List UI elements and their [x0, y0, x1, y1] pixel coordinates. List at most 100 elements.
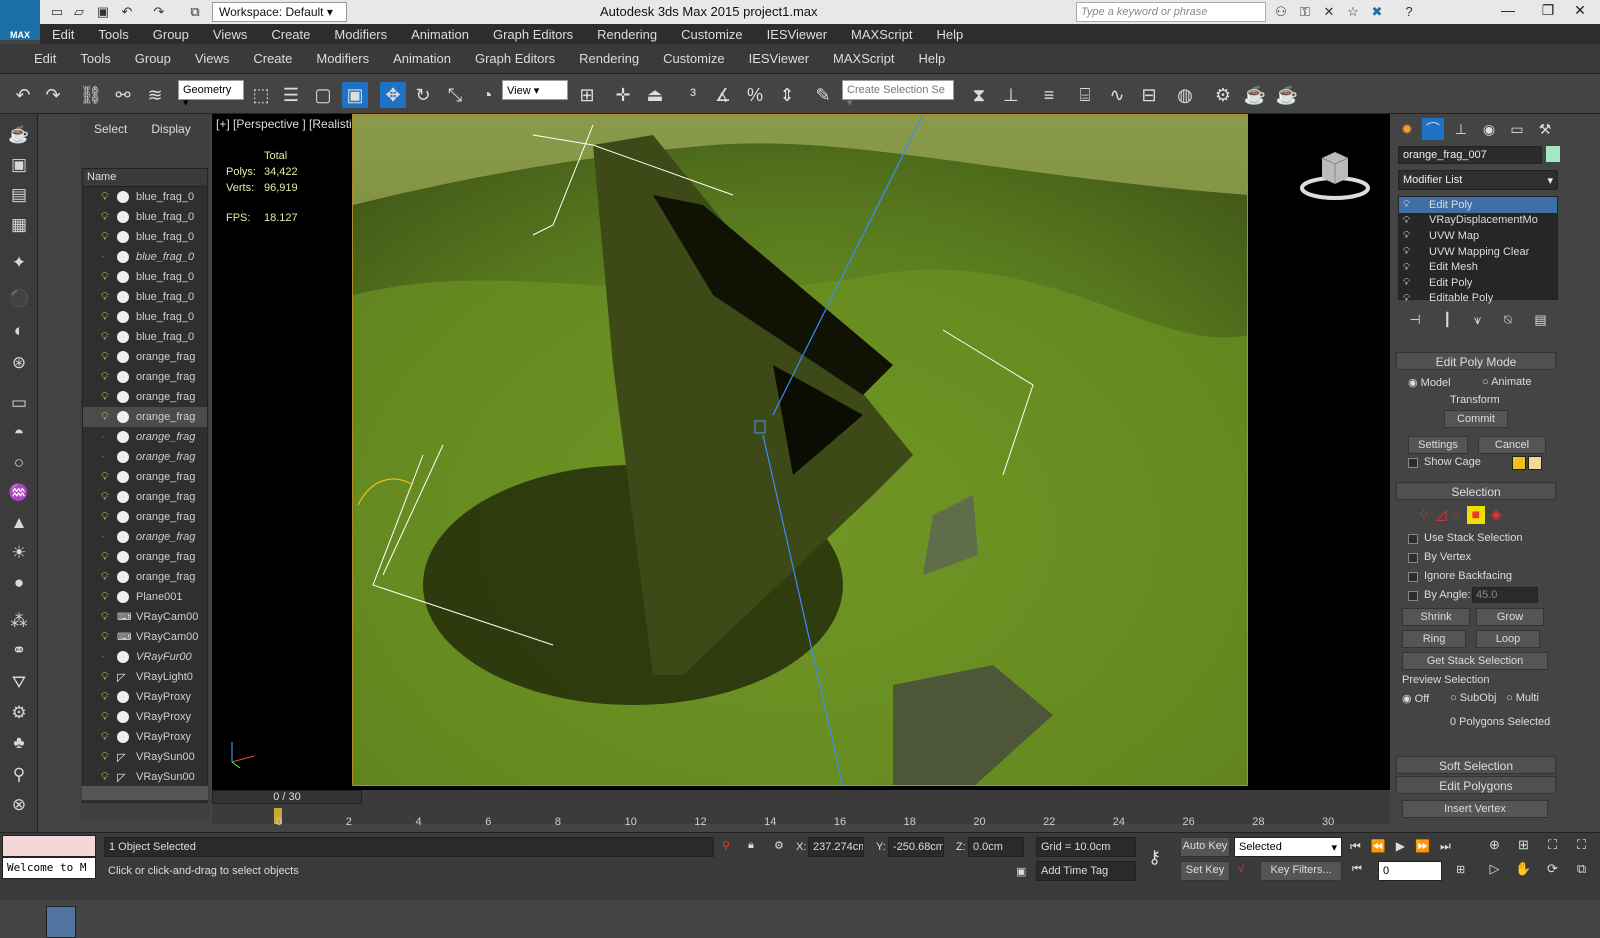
open-icon[interactable]: ▱	[70, 3, 88, 21]
object-color-swatch[interactable]	[1546, 146, 1560, 162]
isolate-selection-icon[interactable]: ⚲	[722, 839, 730, 852]
polygon-mode-icon[interactable]: ■	[1466, 506, 1485, 524]
create-tab-icon[interactable]: ✹	[1396, 118, 1418, 140]
visibility-bulb-icon[interactable]: 💡︎	[101, 391, 111, 404]
molecule-icon[interactable]: ⚭	[6, 638, 32, 664]
scene-list-item[interactable]: 💡︎ VRayProxy	[83, 687, 207, 707]
viewcube-icon[interactable]	[1300, 144, 1370, 204]
plane-icon[interactable]: ▭	[6, 390, 32, 416]
modifier-stack-item[interactable]: 💡︎ Edit Mesh	[1399, 259, 1557, 275]
visibility-bulb-icon[interactable]: 💡︎	[101, 751, 111, 764]
commit-button[interactable]: Commit	[1444, 410, 1508, 428]
previous-frame-icon[interactable]: ⏪	[1371, 839, 1386, 857]
window-crossing-icon[interactable]: ▣	[342, 82, 368, 108]
go-to-start-icon[interactable]: ⏮	[1350, 839, 1361, 857]
menu-top-customize[interactable]: Customize	[669, 27, 754, 42]
settings-button[interactable]: Settings	[1408, 436, 1468, 454]
edge-mode-icon[interactable]: ◿	[1436, 506, 1447, 526]
grow-button[interactable]: Grow	[1476, 608, 1544, 626]
scene-explorer-icon[interactable]: ⌸	[1072, 82, 1098, 108]
visibility-bulb-icon[interactable]: 💡︎	[101, 371, 111, 384]
minimize-icon[interactable]: —	[1488, 2, 1528, 22]
maxscript-mini-listener[interactable]: Welcome to M	[2, 857, 96, 879]
key-mode-toggle-icon[interactable]: ⏮	[1352, 863, 1362, 876]
material-editor-icon[interactable]: ◍	[1172, 82, 1198, 108]
tools-icon[interactable]: ✕	[1320, 3, 1338, 21]
modifier-toggle-icon[interactable]: 💡︎	[1403, 262, 1415, 273]
orbit-icon[interactable]: ⟳	[1538, 861, 1567, 885]
cancel-button[interactable]: Cancel	[1478, 436, 1546, 454]
perspective-viewport[interactable]: [+] [Perspective ] [Realistic ] Total Po…	[212, 114, 1390, 790]
undo-icon[interactable]: ↶	[10, 82, 36, 108]
star-icon[interactable]: ☆	[1344, 3, 1362, 21]
visibility-bulb-icon[interactable]: 💡︎	[101, 471, 111, 484]
basket-icon[interactable]: ♒	[6, 480, 32, 506]
menu-edit[interactable]: Edit	[22, 51, 68, 66]
close-icon[interactable]: ✕	[1560, 2, 1600, 22]
named-selection-set-dropdown[interactable]: Create Selection Se ▾	[842, 80, 954, 109]
menu-modifiers[interactable]: Modifiers	[304, 51, 381, 66]
add-time-tag-button[interactable]: Add Time Tag	[1036, 861, 1136, 881]
preview-multi-radio[interactable]: ○ Multi	[1506, 692, 1539, 704]
angle-spinner[interactable]: 45.0	[1472, 587, 1538, 603]
visibility-bulb-icon[interactable]: 💡︎	[101, 631, 111, 644]
menu-tools[interactable]: Tools	[68, 51, 122, 66]
animate-radio[interactable]: ○ Animate	[1482, 376, 1531, 388]
scene-list-item[interactable]: · blue_frag_0	[83, 247, 207, 267]
tripod-icon[interactable]: ⛛	[6, 670, 32, 696]
key-filters-button[interactable]: Key Filters...	[1260, 861, 1342, 881]
scene-list-item[interactable]: 💡︎ orange_frag	[83, 507, 207, 527]
model-radio[interactable]: ◉ Model	[1408, 376, 1451, 389]
angle-snap-icon[interactable]: ∡	[710, 82, 736, 108]
modifier-stack-item[interactable]: 💡︎ Editable Poly	[1399, 291, 1557, 307]
unlink-icon[interactable]: ⚯	[110, 82, 136, 108]
preview-subobj-radio[interactable]: ○ SubObj	[1450, 692, 1496, 704]
modifier-stack-item[interactable]: 💡︎ Edit Poly	[1399, 275, 1557, 291]
tab-display[interactable]: Display	[151, 122, 190, 136]
scene-list-item[interactable]: 💡︎ orange_frag	[83, 347, 207, 367]
render-setup-icon[interactable]: ⚙	[1210, 82, 1236, 108]
visibility-bulb-icon[interactable]: 💡︎	[101, 331, 111, 344]
key-mode-dropdown[interactable]: Selected ▾	[1234, 837, 1342, 857]
light-icon[interactable]: ✦	[6, 250, 32, 276]
menu-iesviewer[interactable]: IESViewer	[737, 51, 821, 66]
modifier-stack-item[interactable]: 💡︎ Edit Poly	[1399, 197, 1557, 213]
film-icon[interactable]: ⊛	[6, 350, 32, 376]
menu-top-views[interactable]: Views	[201, 27, 259, 42]
zoom-all-icon[interactable]: ⊞	[1509, 837, 1538, 861]
next-frame-icon[interactable]: ⏩	[1415, 839, 1430, 857]
hf-icon[interactable]: ⚲	[6, 762, 32, 788]
camera-icon[interactable]: ⚫	[6, 286, 32, 312]
modifier-toggle-icon[interactable]: 💡︎	[1403, 230, 1415, 241]
viewport-layout-icon[interactable]	[46, 906, 76, 938]
visibility-bulb-icon[interactable]: ·	[101, 651, 111, 663]
dome-icon[interactable]: ◓	[6, 420, 32, 446]
display-tab-icon[interactable]: ▭	[1506, 118, 1528, 140]
reference-coordinate-dropdown[interactable]: View ▾	[502, 80, 568, 100]
percent-snap-icon[interactable]: %	[742, 82, 768, 108]
exchange-icon[interactable]: ✖	[1368, 3, 1386, 21]
select-object-icon[interactable]: ⬚	[248, 82, 274, 108]
mirror-icon[interactable]: ⧗	[966, 82, 992, 108]
workspace-dropdown[interactable]: Workspace: Default ▾	[212, 2, 347, 22]
gear-icon[interactable]: ⚙	[6, 700, 32, 726]
modifier-toggle-icon[interactable]: 💡︎	[1403, 246, 1415, 257]
move-icon[interactable]: ✥	[380, 82, 406, 108]
remove-modifier-icon[interactable]: ⍉	[1504, 312, 1512, 332]
curve-editor-icon[interactable]: ∿	[1104, 82, 1130, 108]
selection-lock-icon[interactable]: 🔒︎	[748, 839, 754, 852]
visibility-bulb-icon[interactable]: ·	[101, 251, 111, 263]
show-cage-checkbox[interactable]	[1408, 458, 1418, 468]
visibility-bulb-icon[interactable]: 💡︎	[101, 511, 111, 524]
time-slider[interactable]: 0 / 30	[212, 790, 362, 804]
viewport-label[interactable]: [+] [Perspective ] [Realistic ]	[216, 117, 364, 131]
render-production-icon[interactable]: ☕	[1274, 82, 1300, 108]
scene-list-item[interactable]: · orange_frag	[83, 527, 207, 547]
place-icon[interactable]: ◔	[474, 82, 500, 108]
snaps-toggle-icon[interactable]: ³	[680, 82, 706, 108]
modifier-stack-item[interactable]: 💡︎ VRayDisplacementMo	[1399, 213, 1557, 229]
visibility-bulb-icon[interactable]: 💡︎	[101, 271, 111, 284]
modifier-toggle-icon[interactable]: 💡︎	[1403, 293, 1415, 304]
redo-icon[interactable]: ↷	[40, 82, 66, 108]
grid-icon[interactable]: ▦	[6, 212, 32, 238]
